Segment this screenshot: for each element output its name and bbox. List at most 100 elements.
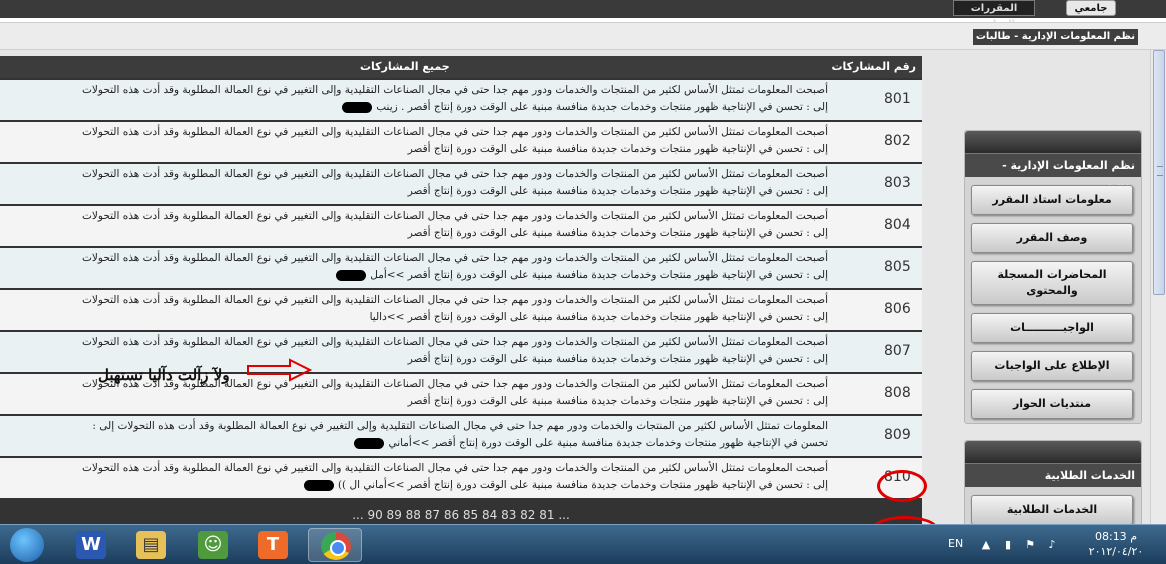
assignments-button[interactable]: الواجبــــــــــات <box>971 313 1133 343</box>
post-line-1: أصبحت المعلومات تمتثل الأساس لكثير من ال… <box>82 294 828 306</box>
clock[interactable]: 08:13 م ٢٠١٢/٠٤/٢٠ <box>1076 529 1156 559</box>
post-number: 802 <box>884 133 911 149</box>
post-line-2: تحسن في الإنتاجية ظهور منتجات وخدمات جدي… <box>4 435 828 452</box>
tab-university[interactable]: جامعي <box>1066 0 1116 16</box>
post-number: 806 <box>884 301 911 317</box>
post-line-1: أصبحت المعلومات تمتثل الأساس لكثير من ال… <box>82 462 828 474</box>
instructor-info-button[interactable]: معلومات استاذ المقرر <box>971 185 1133 215</box>
vertical-scrollbar[interactable] <box>1150 50 1166 524</box>
tab-courses[interactable]: المقررات الدراسية <box>953 0 1035 30</box>
course-panel-title: نظم المعلومات الإدارية - طالبات <box>965 153 1141 196</box>
chrome-icon <box>321 532 351 560</box>
scrollbar-thumb[interactable] <box>1153 50 1165 295</box>
post-line-2: إلى : تحسن في الإنتاجية ظهور منتجات وخدم… <box>4 99 828 116</box>
post-number: 804 <box>884 217 911 233</box>
main-content: رقم المشاركات جميع المشاركات 801 أصبحت ا… <box>0 50 1166 542</box>
taskbar-chrome[interactable] <box>308 528 362 562</box>
course-description-button[interactable]: وصف المقرر <box>971 223 1133 253</box>
app-t-icon: T <box>258 531 288 559</box>
table-body: 801 أصبحت المعلومات تمتثل الأساس لكثير م… <box>0 80 922 500</box>
table-row: 806 أصبحت المعلومات تمتثل الأساس لكثير م… <box>0 290 922 330</box>
post-number: 808 <box>884 385 911 401</box>
post-text: أصبحت المعلومات تمتثل الأساس لكثير من ال… <box>4 334 828 368</box>
breadcrumb[interactable]: نظم المعلومات الإدارية - طالبات <box>972 29 1138 45</box>
post-line-2: إلى : تحسن في الإنتاجية ظهور منتجات وخدم… <box>4 477 828 494</box>
top-tab-bar: المقررات الدراسية جامعي <box>0 0 1166 30</box>
redaction-mark <box>336 269 367 281</box>
panel-header-bar <box>965 131 1141 153</box>
table-row: 804 أصبحت المعلومات تمتثل الأساس لكثير م… <box>0 206 922 246</box>
post-text: أصبحت المعلومات تمتثل الأساس لكثير من ال… <box>4 124 828 158</box>
tray-up-arrow-icon[interactable]: ▲ <box>980 539 992 551</box>
tray-volume-icon[interactable]: ♪ <box>1046 539 1058 551</box>
taskbar-word[interactable]: W <box>64 528 118 562</box>
post-number: 805 <box>884 259 911 275</box>
post-line-1: أصبحت المعلومات تمتثل الأساس لكثير من ال… <box>82 336 828 348</box>
post-line-1: أصبحت المعلومات تمتثل الأساس لكثير من ال… <box>82 84 828 96</box>
panel-header-bar <box>965 441 1141 463</box>
discussion-forums-button[interactable]: منتديات الحوار <box>971 389 1133 419</box>
post-line-2: إلى : تحسن في الإنتاجية ظهور منتجات وخدم… <box>407 227 828 239</box>
tray-device-icon[interactable]: ▮ <box>1002 539 1014 551</box>
post-line-2-text: تحسن في الإنتاجية ظهور منتجات وخدمات جدي… <box>388 437 828 449</box>
header-post-number: رقم المشاركات <box>831 60 916 73</box>
taskbar: W ▤ ☺ T EN ▲ ▮ ⚑ ♪ 08:13 م ٢٠١٢/٠٤/٢٠ <box>0 524 1166 564</box>
post-number: 803 <box>884 175 911 191</box>
post-number: 807 <box>884 343 911 359</box>
post-text: المعلومات تمتثل الأساس لكثير من المنتجات… <box>4 418 828 452</box>
post-line-2-text: إلى : تحسن في الإنتاجية ظهور منتجات وخدم… <box>337 479 828 491</box>
language-indicator[interactable]: EN <box>948 537 963 550</box>
clock-time: 08:13 م <box>1094 530 1137 543</box>
clock-date: ٢٠١٢/٠٤/٢٠ <box>1088 545 1144 558</box>
table-row: 809 المعلومات تمتثل الأساس لكثير من المن… <box>0 416 922 456</box>
posts-table: رقم المشاركات جميع المشاركات 801 أصبحت ا… <box>0 56 922 524</box>
pagination[interactable]: ... 90 89 88 87 86 85 84 83 82 81 ... <box>0 506 922 524</box>
post-line-2: إلى : تحسن في الإنتاجية ظهور منتجات وخدم… <box>407 185 828 197</box>
post-number: 809 <box>884 427 911 443</box>
course-panel: نظم المعلومات الإدارية - طالبات معلومات … <box>964 130 1142 424</box>
student-services-button[interactable]: الخدمات الطلابية <box>971 495 1133 525</box>
table-row: 803 أصبحت المعلومات تمتثل الأساس لكثير م… <box>0 164 922 204</box>
post-line-1: أصبحت المعلومات تمتثل الأساس لكثير من ال… <box>82 126 828 138</box>
tray-flag-icon[interactable]: ⚑ <box>1024 539 1036 551</box>
post-line-2: إلى : تحسن في الإنتاجية ظهور منتجات وخدم… <box>369 311 828 323</box>
table-row: 810 أصبحت المعلومات تمتثل الأساس لكثير م… <box>0 458 922 498</box>
taskbar-app-t[interactable]: T <box>246 528 300 562</box>
redaction-mark <box>354 437 385 449</box>
breadcrumb-strip: نظم المعلومات الإدارية - طالبات <box>0 22 1166 50</box>
table-header: رقم المشاركات جميع المشاركات <box>0 56 922 78</box>
lectures-content-button[interactable]: المحاضرات المسجلة والمحتوى <box>971 261 1133 305</box>
table-row: 801 أصبحت المعلومات تمتثل الأساس لكثير م… <box>0 80 922 120</box>
post-line-2: إلى : تحسن في الإنتاجية ظهور منتجات وخدم… <box>407 395 828 407</box>
system-tray: EN ▲ ▮ ⚑ ♪ 08:13 م ٢٠١٢/٠٤/٢٠ <box>940 525 1166 564</box>
taskbar-messenger[interactable]: ☺ <box>186 528 240 562</box>
services-panel-title: الخدمات الطلابية <box>965 463 1141 487</box>
post-line-2-text: إلى : تحسن في الإنتاجية ظهور منتجات وخدم… <box>370 269 828 281</box>
post-text: أصبحت المعلومات تمتثل الأساس لكثير من ال… <box>4 166 828 200</box>
post-line-1: أصبحت المعلومات تمتثل الأساس لكثير من ال… <box>82 252 828 264</box>
post-text: أصبحت المعلومات تمتثل الأساس لكثير من ال… <box>4 460 828 494</box>
header-all-posts: جميع المشاركات <box>360 60 450 73</box>
post-text: أصبحت المعلومات تمتثل الأساس لكثير من ال… <box>4 292 828 326</box>
table-row: 802 أصبحت المعلومات تمتثل الأساس لكثير م… <box>0 122 922 162</box>
table-row: 805 أصبحت المعلومات تمتثل الأساس لكثير م… <box>0 248 922 288</box>
redaction-mark <box>303 479 334 491</box>
annotation-arrow-icon <box>247 358 312 382</box>
screen: المقررات الدراسية جامعي نظم المعلومات ال… <box>0 0 1166 564</box>
post-number: 801 <box>884 91 911 107</box>
post-line-2-text: إلى : تحسن في الإنتاجية ظهور منتجات وخدم… <box>376 101 828 113</box>
post-text: أصبحت المعلومات تمتثل الأساس لكثير من ال… <box>4 250 828 284</box>
word-icon: W <box>76 531 106 559</box>
scrollbar-grip-icon <box>1157 166 1163 176</box>
file-explorer-icon: ▤ <box>136 531 166 559</box>
taskbar-explorer[interactable]: ▤ <box>124 528 178 562</box>
start-button[interactable] <box>0 528 54 562</box>
view-assignments-button[interactable]: الإطلاع على الواجبات <box>971 351 1133 381</box>
highlight-circle-809 <box>877 470 927 502</box>
post-text: أصبحت المعلومات تمتثل الأساس لكثير من ال… <box>4 208 828 242</box>
post-line-2: إلى : تحسن في الإنتاجية ظهور منتجات وخدم… <box>4 267 828 284</box>
messenger-icon: ☺ <box>198 531 228 559</box>
post-line-2: إلى : تحسن في الإنتاجية ظهور منتجات وخدم… <box>407 143 828 155</box>
post-line-1: أصبحت المعلومات تمتثل الأساس لكثير من ال… <box>82 210 828 222</box>
post-line-1: أصبحت المعلومات تمتثل الأساس لكثير من ال… <box>82 168 828 180</box>
